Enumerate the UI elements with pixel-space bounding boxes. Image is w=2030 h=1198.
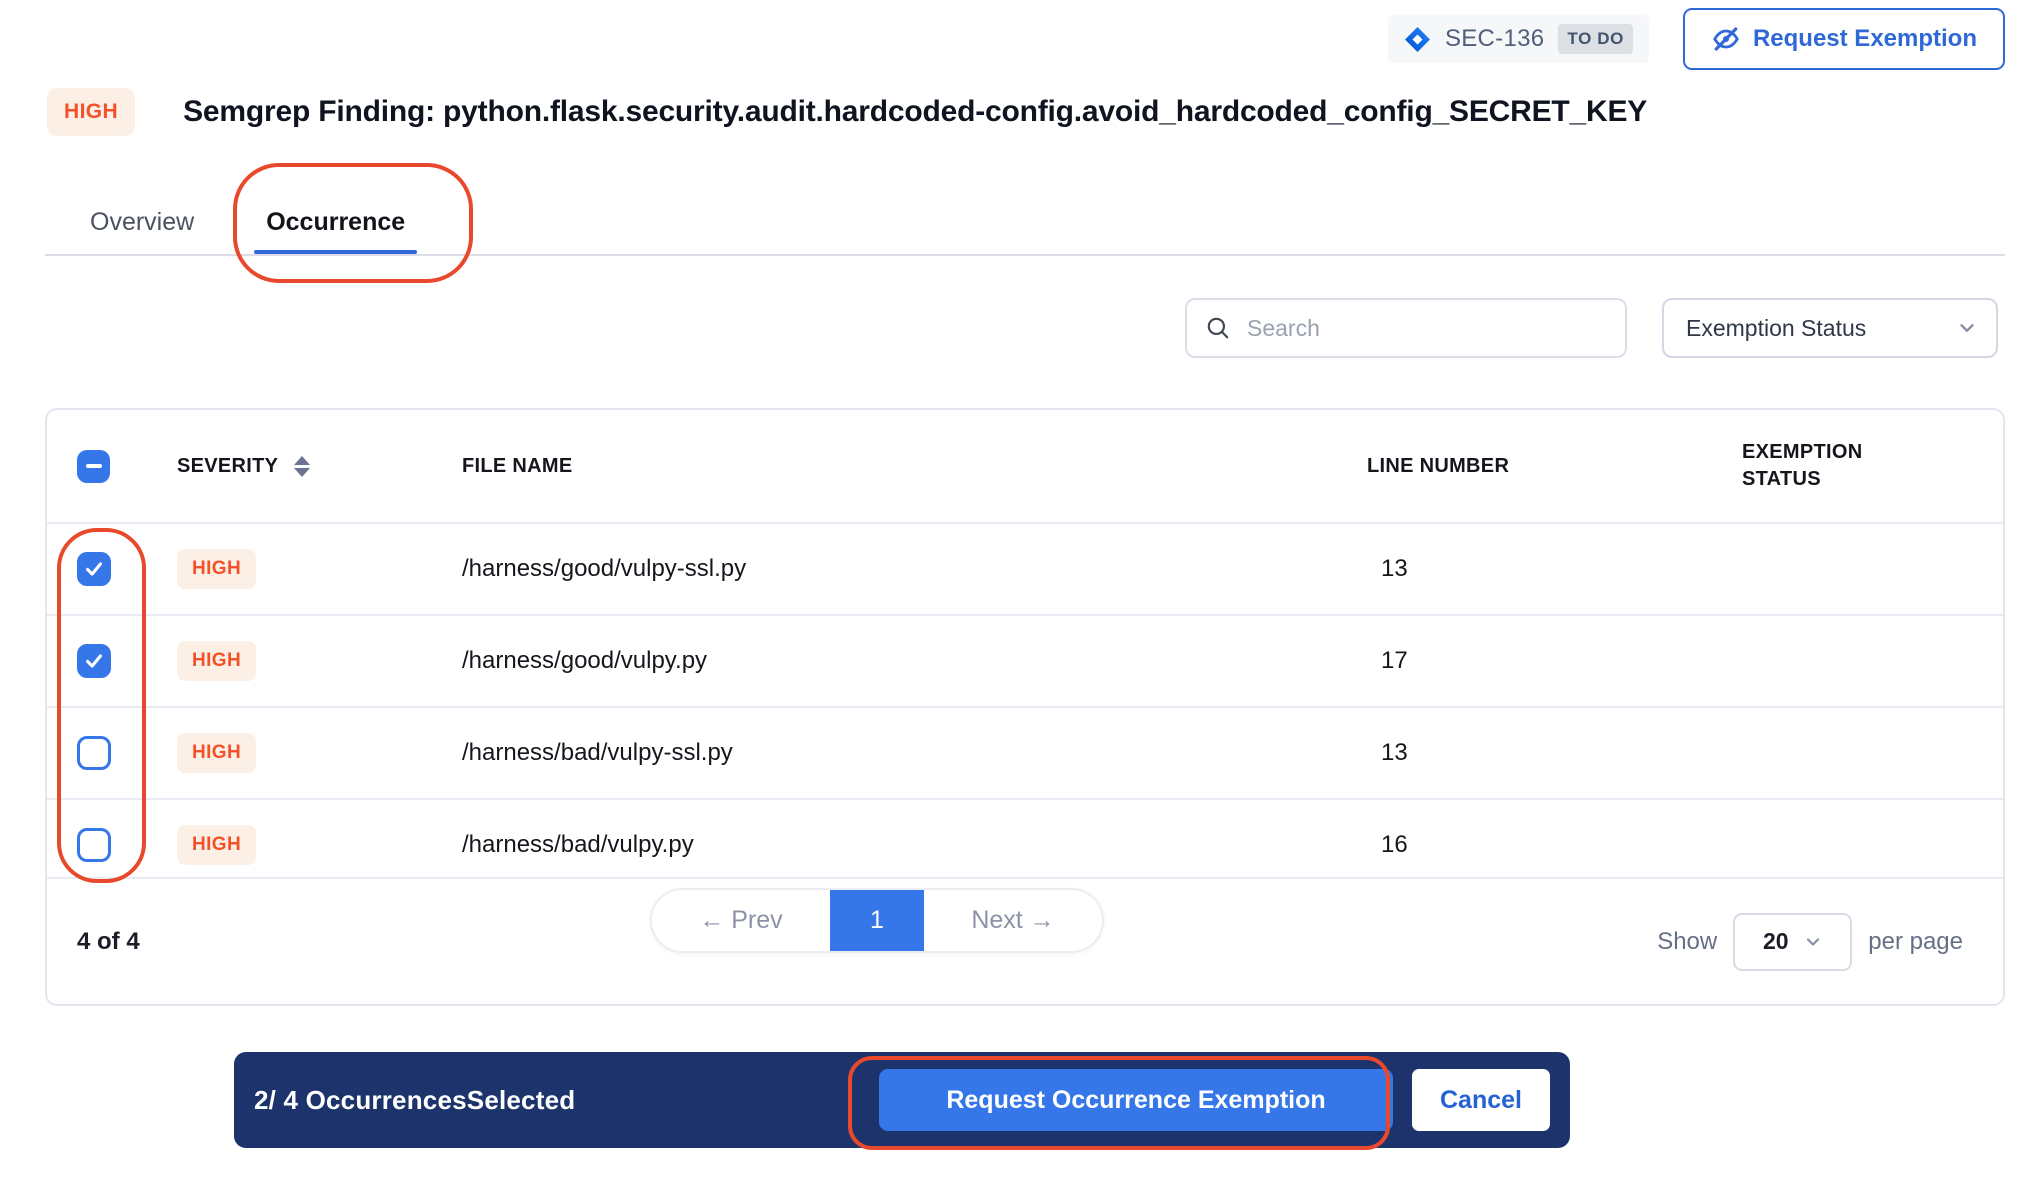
action-bar-buttons: Request Occurrence Exemption Cancel (879, 1069, 1550, 1131)
search-field[interactable] (1185, 298, 1627, 358)
row-file-name: /harness/bad/vulpy.py (462, 831, 1367, 859)
cancel-button[interactable]: Cancel (1412, 1069, 1550, 1131)
header-actions: SEC-136 TO DO Request Exemption (1388, 8, 2005, 70)
row-checkbox[interactable] (77, 552, 111, 586)
check-icon (83, 558, 105, 580)
row-line-number: 13 (1367, 555, 1742, 583)
row-severity-badge: HIGH (177, 733, 256, 773)
row-severity-badge: HIGH (177, 641, 256, 681)
tab-overview[interactable]: Overview (90, 190, 194, 254)
row-checkbox[interactable] (77, 828, 111, 862)
column-header-severity: SEVERITY (177, 455, 278, 478)
page-size-value: 20 (1763, 928, 1789, 955)
jira-status-badge: TO DO (1558, 24, 1633, 54)
tab-occurrence[interactable]: Occurrence (266, 190, 405, 254)
column-header-file-name: FILE NAME (462, 455, 1367, 478)
next-page-button[interactable]: Next → (924, 890, 1102, 951)
row-checkbox[interactable] (77, 736, 111, 770)
column-header-exemption-status: EXEMPTION STATUS (1742, 439, 1902, 493)
table-toolbar: Exemption Status (1185, 298, 1998, 358)
request-exemption-button[interactable]: Request Exemption (1683, 8, 2005, 70)
chevron-down-icon (1956, 317, 1978, 339)
selection-count-text: 2/ 4 OccurrencesSelected (254, 1085, 575, 1116)
column-header-line-number: LINE NUMBER (1367, 455, 1742, 478)
search-input[interactable] (1245, 314, 1607, 343)
request-occurrence-exemption-button[interactable]: Request Occurrence Exemption (879, 1069, 1393, 1131)
row-file-name: /harness/bad/vulpy-ssl.py (462, 739, 1367, 767)
severity-badge: HIGH (47, 88, 135, 136)
table-row: HIGH /harness/good/vulpy-ssl.py 13 (47, 522, 2003, 614)
finding-header: HIGH Semgrep Finding: python.flask.secur… (47, 88, 1647, 136)
prev-page-button[interactable]: ← Prev (652, 890, 830, 951)
row-count: 4 of 4 (77, 928, 140, 956)
page-size-control: Show 20 per page (1657, 913, 1963, 971)
row-checkbox[interactable] (77, 644, 111, 678)
row-file-name: /harness/good/vulpy-ssl.py (462, 555, 1367, 583)
row-line-number: 17 (1367, 647, 1742, 675)
page-size-select[interactable]: 20 (1733, 913, 1852, 971)
selection-action-bar: 2/ 4 OccurrencesSelected Request Occurre… (234, 1052, 1570, 1148)
search-icon (1205, 315, 1231, 341)
table-row: HIGH /harness/good/vulpy.py 17 (47, 614, 2003, 706)
per-page-label: per page (1868, 928, 1963, 956)
page-title: Semgrep Finding: python.flask.security.a… (183, 95, 1647, 129)
request-exemption-label: Request Exemption (1753, 25, 1977, 53)
jira-icon (1404, 26, 1431, 53)
row-file-name: /harness/good/vulpy.py (462, 647, 1367, 675)
select-all-checkbox[interactable] (77, 450, 110, 483)
jira-ticket-badge[interactable]: SEC-136 TO DO (1388, 15, 1649, 63)
pagination: ← Prev 1 Next → (650, 888, 1104, 953)
sort-icon[interactable] (294, 456, 310, 477)
occurrences-table: SEVERITY FILE NAME LINE NUMBER EXEMPTION… (45, 408, 2005, 1006)
tab-bar: Overview Occurrence (90, 190, 405, 254)
chevron-down-icon (1803, 932, 1823, 952)
exemption-status-filter[interactable]: Exemption Status (1662, 298, 1998, 358)
check-icon (83, 650, 105, 672)
row-severity-badge: HIGH (177, 825, 256, 865)
exemption-status-filter-label: Exemption Status (1686, 315, 1866, 342)
tabs-divider (45, 254, 2005, 256)
row-severity-badge: HIGH (177, 549, 256, 589)
table-header-row: SEVERITY FILE NAME LINE NUMBER EXEMPTION… (47, 410, 2003, 522)
jira-ticket-key: SEC-136 (1445, 25, 1544, 53)
eye-slash-icon (1711, 24, 1741, 54)
row-line-number: 16 (1367, 831, 1742, 859)
table-row: HIGH /harness/bad/vulpy-ssl.py 13 (47, 706, 2003, 798)
table-footer: 4 of 4 ← Prev 1 Next → Show 20 per page (47, 877, 2003, 1004)
page-number-button[interactable]: 1 (830, 890, 924, 951)
finding-details-page: SEC-136 TO DO Request Exemption HIGH Sem… (0, 0, 2030, 1198)
show-label: Show (1657, 928, 1717, 956)
row-line-number: 13 (1367, 739, 1742, 767)
